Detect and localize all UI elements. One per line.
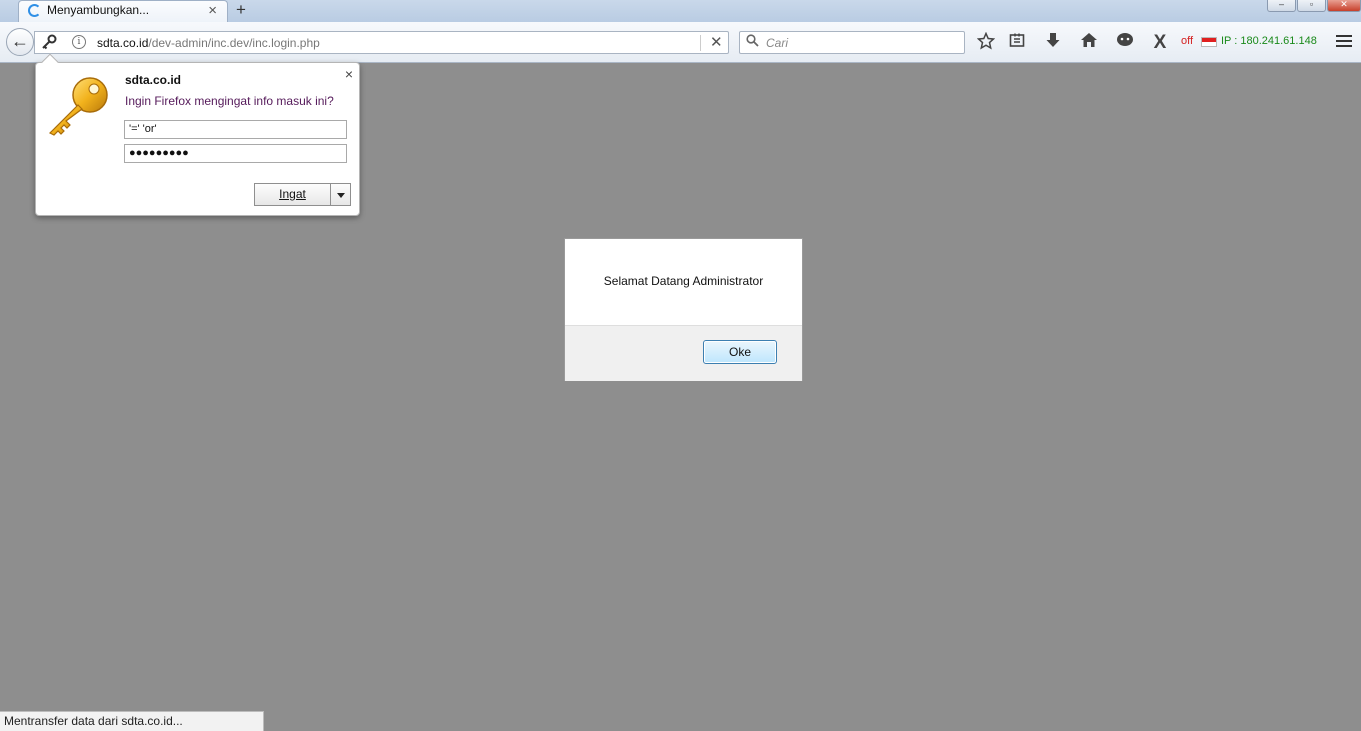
alert-footer: Oke (565, 325, 802, 381)
url-host: sdta.co.id (97, 36, 149, 50)
browser-tab[interactable]: Menyambungkan... × (18, 0, 228, 22)
search-bar[interactable]: Cari (739, 31, 965, 54)
password-field[interactable]: ●●●●●●●●● (124, 144, 347, 163)
alert-dialog: Selamat Datang Administrator Oke (564, 238, 803, 381)
key-icon (44, 71, 114, 141)
menu-icon[interactable] (1336, 35, 1352, 50)
new-tab-button[interactable]: + (236, 0, 246, 20)
remember-button-label: Ingat (279, 187, 306, 201)
info-icon[interactable]: i (72, 35, 86, 49)
chat-icon[interactable] (1114, 32, 1136, 54)
tab-close-icon[interactable]: × (208, 2, 217, 19)
indonesia-flag-icon (1201, 37, 1217, 47)
stop-icon[interactable]: ✕ (710, 33, 723, 51)
tab-title: Menyambungkan... (47, 3, 150, 17)
url-text[interactable]: sdta.co.id/dev-admin/inc.dev/inc.login.p… (97, 36, 320, 50)
status-bar: Mentransfer data dari sdta.co.id... (0, 711, 264, 731)
maximize-button[interactable]: ▫ (1297, 0, 1326, 12)
addon-off-label[interactable]: off (1181, 35, 1193, 47)
url-path: /dev-admin/inc.dev/inc.login.php (148, 36, 320, 50)
navigation-toolbar: ← i sdta.co.id/dev-admin/inc.dev/inc.log… (0, 22, 1361, 63)
x-addon-icon[interactable]: X (1149, 32, 1171, 54)
loading-spinner-icon (28, 4, 41, 17)
minimize-button[interactable]: ‒ (1267, 0, 1296, 12)
search-placeholder: Cari (766, 36, 789, 50)
save-password-popup: sdta.co.id Ingin Firefox mengingat info … (35, 53, 360, 216)
username-field[interactable]: '=' 'or' (124, 120, 347, 139)
home-icon[interactable] (1078, 32, 1100, 54)
window-close-button[interactable]: ✕ (1327, 0, 1361, 12)
ok-button[interactable]: Oke (703, 340, 777, 364)
reading-list-icon[interactable] (1006, 32, 1028, 54)
star-icon[interactable] (975, 31, 997, 54)
back-icon: ← (11, 31, 29, 51)
url-separator (700, 35, 701, 51)
remember-button[interactable]: Ingat (254, 183, 331, 206)
back-button[interactable]: ← (6, 28, 34, 56)
remember-dropdown-button[interactable] (330, 183, 351, 206)
ip-address-label[interactable]: IP : 180.241.61.148 (1221, 35, 1317, 47)
popup-question: Ingin Firefox mengingat info masuk ini? (125, 94, 334, 108)
tab-strip: Menyambungkan... × + ‒ ▫ ✕ (0, 0, 1361, 22)
key-icon[interactable] (41, 34, 57, 53)
url-bar[interactable]: i sdta.co.id/dev-admin/inc.dev/inc.login… (34, 31, 729, 54)
chevron-down-icon (337, 193, 345, 198)
popup-site-name: sdta.co.id (125, 73, 182, 87)
search-icon (746, 34, 759, 50)
popup-close-icon[interactable]: × (345, 66, 353, 82)
download-icon[interactable] (1042, 32, 1064, 54)
alert-message: Selamat Datang Administrator (603, 274, 764, 288)
